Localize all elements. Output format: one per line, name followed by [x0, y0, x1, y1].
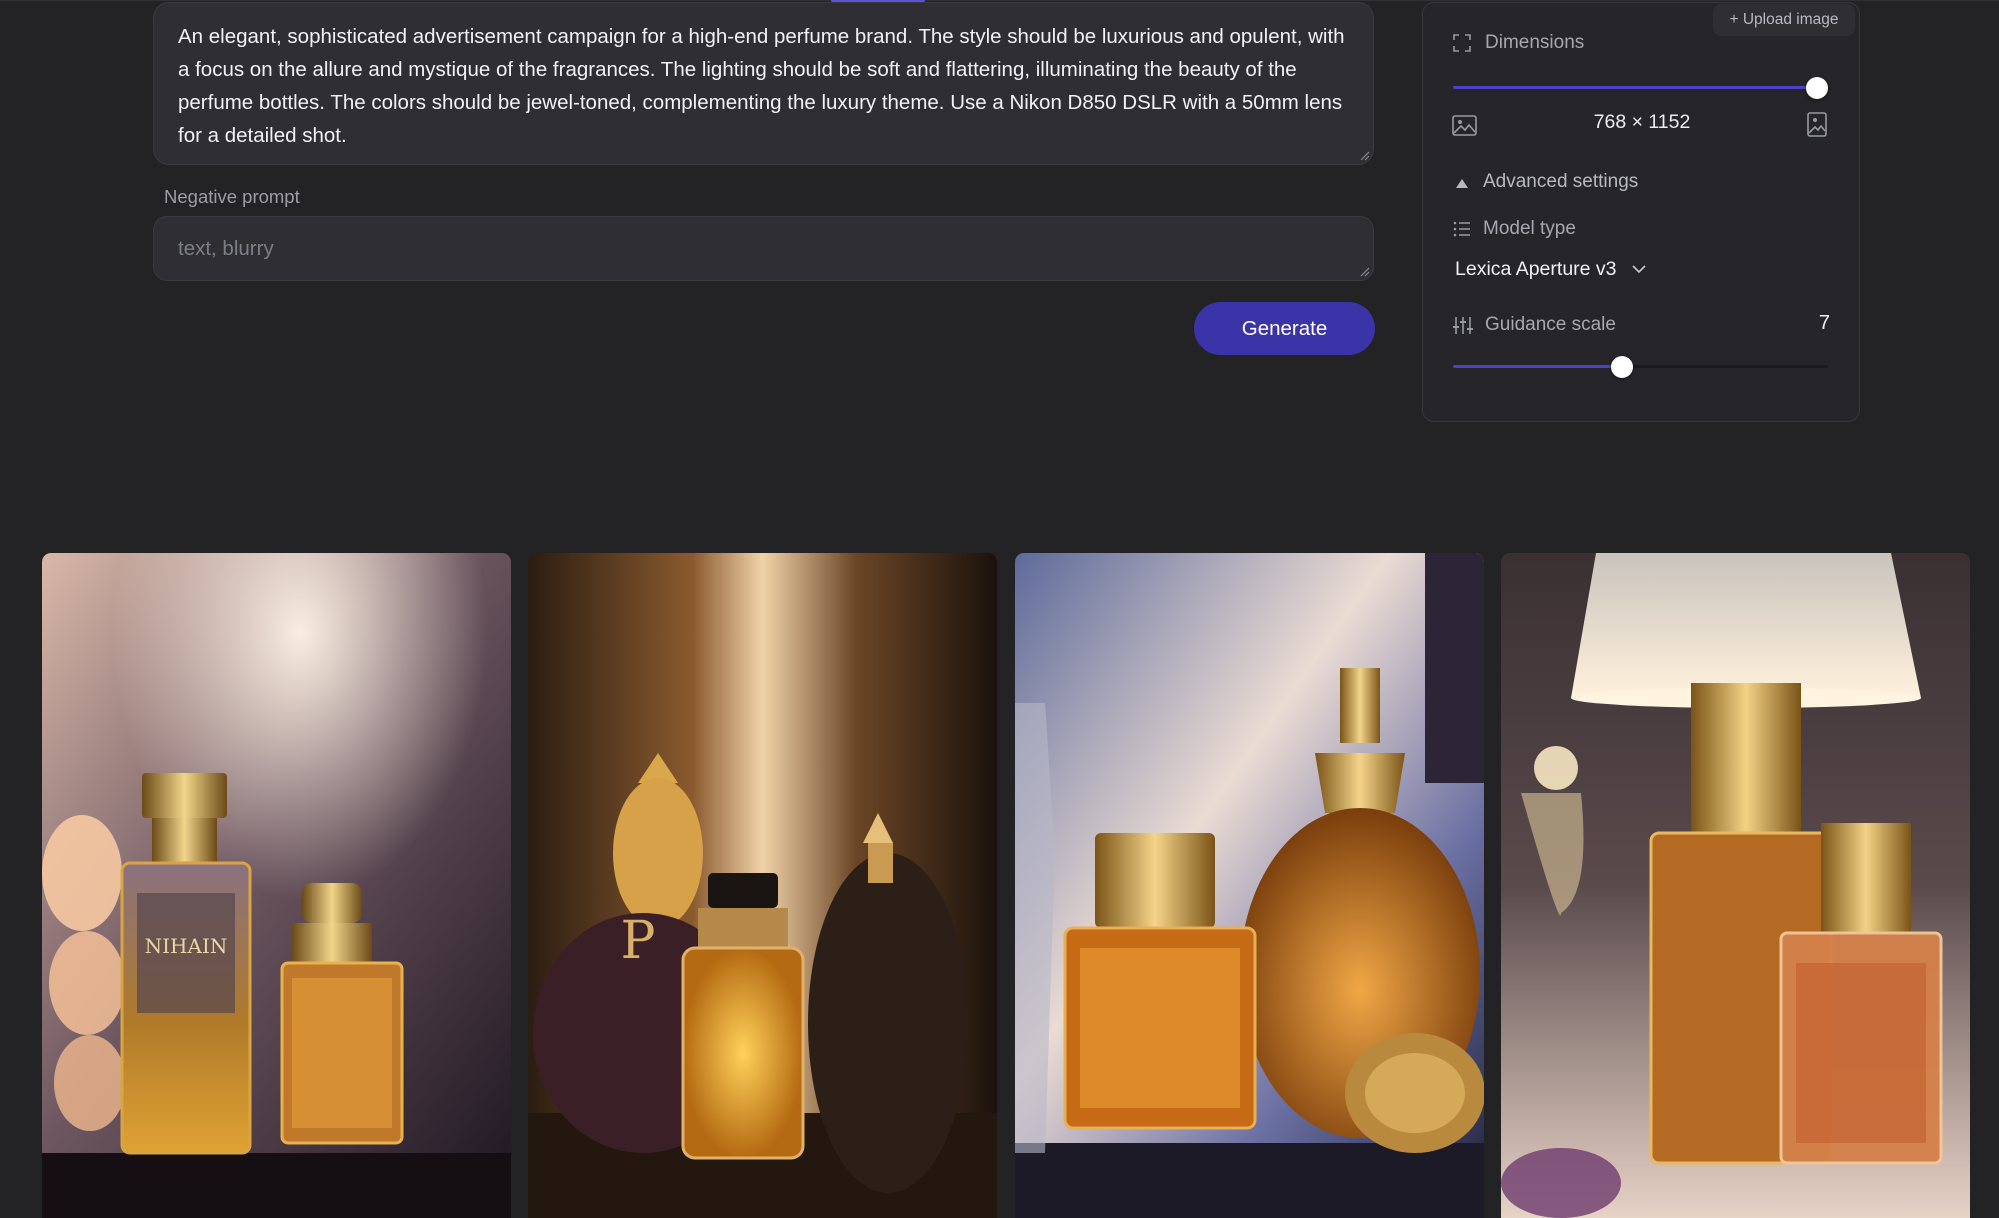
sliders-icon [1453, 317, 1473, 334]
negative-prompt-placeholder: text, blurry [178, 237, 274, 260]
svg-text:NIHAIN: NIHAIN [145, 934, 228, 958]
dimensions-slider-fill [1453, 86, 1817, 89]
dimensions-slider-thumb[interactable] [1806, 76, 1828, 99]
guidance-slider-thumb[interactable] [1610, 355, 1633, 378]
perfume-image-3[interactable] [1015, 553, 1484, 1218]
model-type-select[interactable]: Lexica Aperture v3 [1455, 258, 1646, 281]
perfume-image-4[interactable] [1501, 553, 1970, 1218]
expand-icon [1453, 34, 1471, 52]
model-type-label: Model type [1483, 218, 1576, 239]
negative-prompt-input[interactable]: text, blurry [153, 216, 1374, 281]
dimensions-slider[interactable] [1453, 76, 1828, 99]
guidance-scale-label: Guidance scale [1485, 314, 1616, 335]
model-type-value: Lexica Aperture v3 [1455, 258, 1617, 280]
perfume-image-2[interactable]: P [528, 553, 997, 1218]
guidance-slider-fill [1453, 365, 1622, 368]
top-divider [0, 0, 1999, 1]
prompt-text: An elegant, sophisticated advertisement … [178, 25, 1345, 147]
generate-button[interactable]: Generate [1194, 302, 1375, 355]
negative-prompt-label: Negative prompt [164, 186, 300, 207]
portrait-image-icon[interactable] [1807, 112, 1827, 137]
dimensions-label: Dimensions [1485, 32, 1585, 53]
advanced-settings-toggle[interactable]: Advanced settings [1483, 171, 1638, 193]
upload-image-button[interactable]: + Upload image [1713, 4, 1855, 36]
landscape-image-icon[interactable] [1452, 115, 1477, 136]
settings-panel [1422, 2, 1860, 422]
resize-grip-icon[interactable] [1358, 265, 1370, 277]
dimensions-value: 768 × 1152 [1593, 111, 1691, 133]
list-icon [1453, 221, 1470, 237]
guidance-scale-value: 7 [1818, 312, 1830, 334]
perfume-image-1[interactable]: NIHAIN [42, 553, 511, 1218]
svg-text:P: P [621, 911, 656, 971]
chevron-down-icon [1632, 265, 1646, 274]
resize-grip-icon[interactable] [1358, 149, 1370, 161]
triangle-up-icon[interactable] [1455, 178, 1469, 189]
prompt-textarea[interactable]: An elegant, sophisticated advertisement … [153, 2, 1374, 165]
guidance-scale-slider[interactable] [1453, 355, 1828, 378]
